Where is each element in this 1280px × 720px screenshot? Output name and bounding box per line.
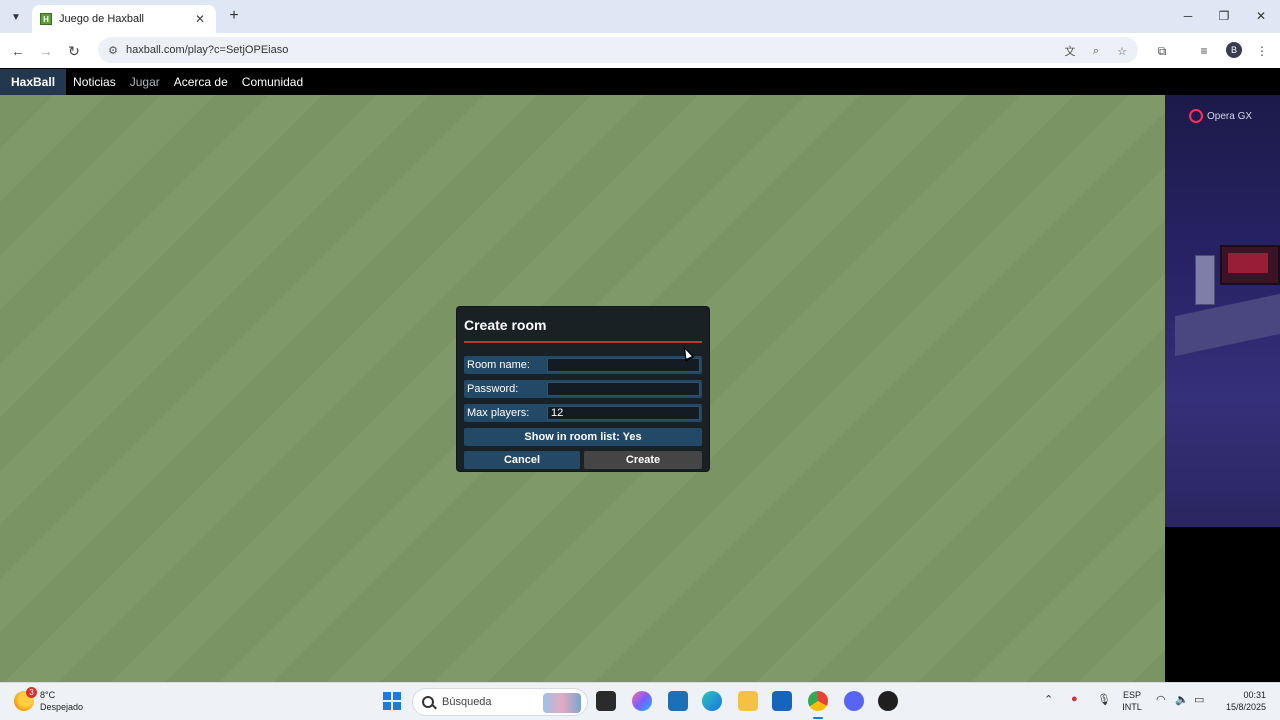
nav-link-acerca-de[interactable]: Acerca de <box>167 75 235 89</box>
room-name-input[interactable] <box>547 358 700 372</box>
max-players-row: Max players: <box>464 404 702 422</box>
volume-icon[interactable]: 🔈 <box>1175 693 1189 706</box>
create-button[interactable]: Create <box>584 451 702 469</box>
windows-taskbar: 3 8°C Despejado Búsqueda ⌃ ● 🎙 ESP INTL … <box>0 682 1280 720</box>
gaming-setup-illustration <box>1175 245 1280 365</box>
room-name-row: Room name: <box>464 356 702 374</box>
minimize-icon[interactable]: ─ <box>1174 6 1202 26</box>
file-explorer-icon[interactable] <box>738 691 758 711</box>
chrome-icon[interactable] <box>808 691 828 711</box>
close-tab-icon[interactable]: ✕ <box>192 12 208 26</box>
site-navigation: HaxBall Noticias Jugar Acerca de Comunid… <box>0 69 1280 95</box>
tray-app-icon[interactable]: ● <box>1071 693 1078 705</box>
store-icon[interactable] <box>668 691 688 711</box>
password-row: Password: <box>464 380 702 398</box>
battery-icon[interactable]: ▭ <box>1194 693 1204 706</box>
clock[interactable]: 00:31 15/8/2025 <box>1216 689 1266 713</box>
weather-temp: 8°C <box>40 690 56 700</box>
cancel-button[interactable]: Cancel <box>464 451 580 469</box>
ad-logo: Opera GX <box>1189 109 1252 123</box>
max-players-input[interactable] <box>547 406 700 420</box>
translate-icon[interactable]: 文 <box>1062 43 1078 59</box>
browser-tab-bar: ▼ H Juego de Haxball ✕ + ─ ❐ ✕ <box>0 0 1280 33</box>
nav-link-jugar[interactable]: Jugar <box>123 75 167 89</box>
start-windows-icon[interactable] <box>383 692 401 710</box>
restore-icon[interactable]: ❐ <box>1210 6 1238 26</box>
back-icon[interactable]: ← <box>8 41 28 61</box>
brand-link[interactable]: HaxBall <box>0 69 67 95</box>
dialog-buttons: Cancel Create <box>464 451 702 469</box>
dialog-divider <box>464 341 702 343</box>
password-label: Password: <box>467 383 519 395</box>
weather-desc: Despejado <box>40 702 84 712</box>
browser-tab[interactable]: H Juego de Haxball ✕ <box>32 5 216 33</box>
new-tab-icon[interactable]: + <box>224 6 244 26</box>
outlook-icon[interactable] <box>772 691 792 711</box>
chrome-active-indicator <box>813 717 823 719</box>
search-icon <box>422 696 434 708</box>
wifi-icon[interactable]: ◠ <box>1156 693 1166 706</box>
app-icon[interactable] <box>878 691 898 711</box>
site-info-icon[interactable]: ⚙ <box>106 43 120 57</box>
max-players-label: Max players: <box>467 407 530 419</box>
nav-link-noticias[interactable]: Noticias <box>66 75 123 89</box>
discord-icon[interactable] <box>844 691 864 711</box>
bookmark-star-icon[interactable]: ☆ <box>1114 43 1130 59</box>
forward-icon[interactable]: → <box>36 41 56 61</box>
edge-icon[interactable] <box>702 691 722 711</box>
address-bar[interactable]: ⚙ haxball.com/play?c=SetjOPEiaso 文 ⌕ ☆ <box>98 37 1138 63</box>
copilot-icon[interactable] <box>632 691 652 711</box>
language-indicator[interactable]: ESP INTL <box>1120 689 1144 713</box>
clock-time: 00:31 <box>1243 690 1266 700</box>
weather-widget[interactable]: 3 8°C Despejado <box>14 687 84 713</box>
ad-empty-area <box>1165 527 1280 682</box>
close-window-icon[interactable]: ✕ <box>1247 6 1275 26</box>
create-room-dialog: Create room Room name: Password: Max pla… <box>457 307 709 471</box>
tab-search-icon[interactable]: ▼ <box>6 7 26 27</box>
show-in-room-list-toggle[interactable]: Show in room list: Yes <box>464 428 702 446</box>
ad-brand-text: Opera GX <box>1207 110 1253 122</box>
browser-toolbar: ← → ↻ ⚙ haxball.com/play?c=SetjOPEiaso 文… <box>0 33 1280 68</box>
tray-overflow-icon[interactable]: ⌃ <box>1044 693 1053 706</box>
extensions-icon[interactable]: ⧉ <box>1153 42 1171 60</box>
search-placeholder: Búsqueda <box>442 696 492 708</box>
profile-avatar[interactable]: B <box>1226 42 1242 58</box>
room-name-label: Room name: <box>467 359 530 371</box>
reload-icon[interactable]: ↻ <box>64 41 84 61</box>
keyboard-layout: INTL <box>1122 702 1142 712</box>
url-text: haxball.com/play?c=SetjOPEiaso <box>126 44 289 56</box>
task-view-icon[interactable] <box>596 691 616 711</box>
microphone-icon[interactable]: 🎙 <box>1097 693 1111 706</box>
language-code: ESP <box>1122 690 1141 700</box>
tab-title: Juego de Haxball <box>59 13 145 25</box>
clock-date: 15/8/2025 <box>1225 702 1266 712</box>
opera-logo-icon <box>1189 109 1203 123</box>
taskbar-search[interactable]: Búsqueda <box>412 688 588 716</box>
dialog-title: Create room <box>464 317 547 333</box>
password-input[interactable] <box>547 382 700 396</box>
menu-kebab-icon[interactable]: ⋮ <box>1253 42 1271 60</box>
media-control-icon[interactable]: ≡ <box>1195 42 1213 60</box>
nav-link-comunidad[interactable]: Comunidad <box>235 75 310 89</box>
weather-sun-icon: 3 <box>14 687 37 711</box>
weather-badge: 3 <box>26 687 37 698</box>
search-highlight-image <box>543 693 581 713</box>
ad-banner[interactable]: Opera GX <box>1165 95 1280 527</box>
haxball-favicon-icon: H <box>40 13 52 25</box>
zoom-icon[interactable]: ⌕ <box>1088 43 1104 59</box>
